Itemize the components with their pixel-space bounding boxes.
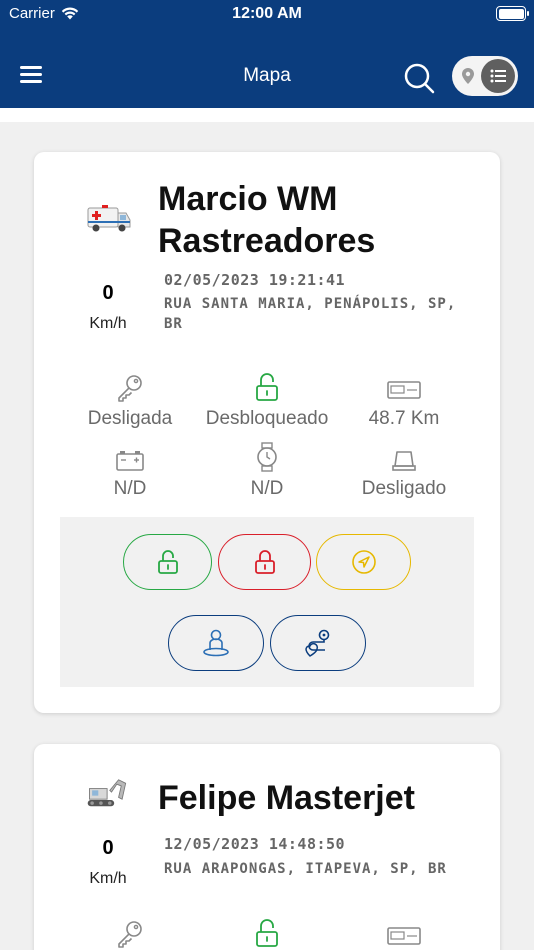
map-list-toggle[interactable] bbox=[452, 56, 518, 96]
list-view-knob bbox=[481, 59, 515, 93]
vehicle-card[interactable]: Marcio WM Rastreadores 0 Km/h 02/05/2023… bbox=[34, 152, 500, 713]
sensor-icon bbox=[392, 451, 416, 471]
excavator-icon bbox=[87, 779, 127, 807]
navigation-icon bbox=[351, 550, 376, 574]
lock-stat bbox=[192, 918, 342, 948]
key-icon bbox=[118, 375, 142, 402]
nav-bar: Mapa bbox=[0, 48, 534, 104]
route-button[interactable] bbox=[270, 615, 366, 671]
lock-stat: Desbloqueado bbox=[192, 372, 342, 430]
sensor-status: Desligado bbox=[361, 478, 447, 499]
ignition-stat bbox=[55, 918, 205, 948]
vehicle-address: RUA ARAPONGAS, ITAPEVA, SP, BR bbox=[164, 861, 447, 877]
top-bar: Carrier 12:00 AM Mapa bbox=[0, 0, 534, 108]
speed-unit: Km/h bbox=[89, 870, 127, 887]
battery-icon bbox=[496, 6, 529, 21]
vehicle-card[interactable]: Felipe Masterjet 0 Km/h 12/05/2023 14:48… bbox=[34, 744, 500, 950]
speed-display: 0 Km/h bbox=[82, 837, 134, 888]
lock-icon bbox=[254, 550, 275, 574]
vehicle-name-line1: Marcio WM bbox=[158, 180, 338, 218]
key-icon bbox=[118, 921, 142, 948]
ignition-status: Desligada bbox=[87, 408, 173, 429]
navigate-button[interactable] bbox=[316, 534, 411, 590]
speed-unit: Km/h bbox=[89, 315, 127, 332]
route-icon bbox=[305, 629, 330, 657]
vehicle-name-line2: Rastreadores bbox=[158, 222, 376, 260]
last-update-datetime: 02/05/2023 19:21:41 bbox=[164, 271, 346, 289]
odometer-stat bbox=[329, 918, 479, 948]
status-bar: Carrier 12:00 AM bbox=[0, 0, 534, 30]
action-panel bbox=[60, 517, 474, 687]
driver-button[interactable] bbox=[168, 615, 264, 671]
unlock-button[interactable] bbox=[123, 534, 212, 590]
list-icon bbox=[490, 69, 506, 83]
speed-display: 0 Km/h bbox=[82, 282, 134, 333]
watch-icon bbox=[257, 442, 277, 472]
battery-status: N/D bbox=[113, 478, 147, 499]
search-button[interactable] bbox=[402, 61, 436, 95]
ambulance-icon bbox=[87, 205, 131, 232]
speed-value: 0 bbox=[102, 837, 114, 859]
ignition-stat: Desligada bbox=[55, 372, 205, 430]
lock-status: Desbloqueado bbox=[205, 408, 329, 429]
list-top-strip bbox=[0, 108, 534, 122]
odometer-icon bbox=[387, 381, 421, 399]
search-icon bbox=[404, 63, 435, 94]
sensor-stat: Desligado bbox=[329, 442, 479, 500]
person-location-icon bbox=[203, 629, 229, 657]
hours-status: N/D bbox=[250, 478, 284, 499]
unlocked-padlock-icon bbox=[256, 919, 278, 947]
last-update-datetime: 12/05/2023 14:48:50 bbox=[164, 835, 346, 853]
odometer-value: 48.7 Km bbox=[368, 408, 440, 429]
map-pin-icon bbox=[462, 68, 474, 84]
vehicle-address: RUA SANTA MARIA, PENÁPOLIS, SP, BR bbox=[164, 296, 457, 332]
unlocked-padlock-icon bbox=[256, 373, 278, 401]
status-time: 12:00 AM bbox=[232, 5, 302, 22]
unlock-icon bbox=[157, 550, 178, 574]
car-battery-icon bbox=[116, 451, 144, 471]
hours-stat: N/D bbox=[192, 442, 342, 500]
vehicle-name-line1: Felipe Masterjet bbox=[158, 779, 415, 817]
lock-button[interactable] bbox=[218, 534, 311, 590]
odometer-stat: 48.7 Km bbox=[329, 372, 479, 430]
speed-value: 0 bbox=[102, 282, 114, 304]
battery-stat: N/D bbox=[55, 442, 205, 500]
odometer-icon bbox=[387, 927, 421, 945]
